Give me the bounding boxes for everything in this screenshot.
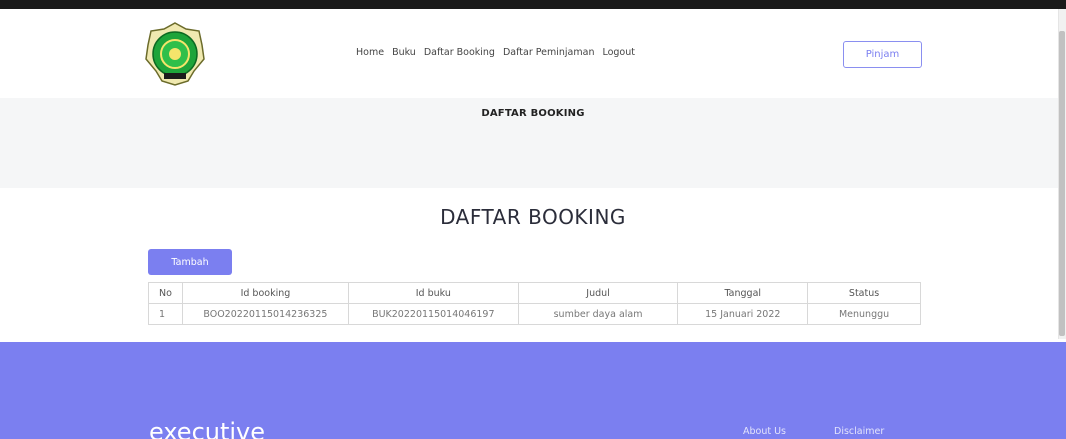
nav-logout[interactable]: Logout	[602, 47, 635, 58]
cell-judul: sumber daya alam	[517, 303, 679, 325]
footer-link-disclaimer[interactable]: Disclaimer	[834, 426, 884, 437]
col-header-no: No	[148, 282, 183, 304]
nav-menu: Home Buku Daftar Booking Daftar Peminjam…	[356, 47, 635, 58]
page-heading: DAFTAR BOOKING	[440, 205, 626, 229]
footer: executive About Us Disclaimer	[0, 342, 1066, 439]
nav-daftar-booking[interactable]: Daftar Booking	[424, 47, 495, 58]
col-header-judul: Judul	[517, 282, 679, 304]
band-title: DAFTAR BOOKING	[481, 108, 585, 119]
navbar: Home Buku Daftar Booking Daftar Peminjam…	[0, 9, 1066, 98]
scrollbar-thumb[interactable]	[1059, 31, 1065, 336]
window-top-border	[0, 0, 1066, 9]
col-header-status: Status	[807, 282, 921, 304]
pinjam-button[interactable]: Pinjam	[843, 41, 922, 68]
col-header-id-buku: Id buku	[347, 282, 519, 304]
booking-table: No Id booking Id buku Judul Tanggal Stat…	[148, 282, 921, 325]
nav-daftar-peminjaman[interactable]: Daftar Peminjaman	[503, 47, 595, 58]
table-header-row: No Id booking Id buku Judul Tanggal Stat…	[148, 282, 921, 304]
footer-link-about-us[interactable]: About Us	[743, 426, 786, 437]
page-title-band: DAFTAR BOOKING	[0, 98, 1066, 188]
cell-tanggal: 15 Januari 2022	[677, 303, 809, 325]
col-header-id-booking: Id booking	[181, 282, 349, 304]
table-row: 1 BOO20220115014236325 BUK20220115014046…	[148, 303, 921, 325]
footer-brand: executive	[149, 418, 266, 439]
school-logo[interactable]	[144, 21, 206, 87]
cell-id-booking: BOO20220115014236325	[181, 303, 349, 325]
nav-buku[interactable]: Buku	[392, 47, 416, 58]
nav-home[interactable]: Home	[356, 47, 384, 58]
vertical-scrollbar[interactable]	[1058, 9, 1066, 339]
col-header-tanggal: Tanggal	[677, 282, 809, 304]
cell-no: 1	[148, 303, 183, 325]
page: Home Buku Daftar Booking Daftar Peminjam…	[0, 0, 1066, 439]
cell-status: Menunggu	[807, 303, 921, 325]
cell-id-buku: BUK20220115014046197	[347, 303, 519, 325]
tambah-button[interactable]: Tambah	[148, 249, 232, 275]
